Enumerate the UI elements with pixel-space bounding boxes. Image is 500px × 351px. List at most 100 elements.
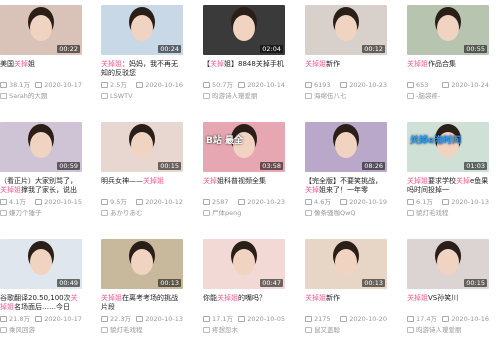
video-meta: 2587 2020-10-23 [203, 198, 285, 206]
video-title[interactable]: 明兵女神——关掉姐 [101, 177, 183, 195]
title-text: 姐 [28, 60, 35, 68]
play-count-icon [407, 199, 414, 205]
video-card[interactable]: 00:47 你能关掉姐的嘴吗？ 17.1万 2020-10-05 疼想忽木 [203, 239, 285, 334]
video-card[interactable]: 00:22 美国关掉姐 38.1万 2020-10-17 Sarah的大题 [0, 5, 82, 100]
title-text: 谷歌翻译20.50,100次 [0, 294, 71, 302]
thumbnail-face [131, 249, 153, 275]
video-card[interactable]: 00:13 关掉姐在离考考场的挑战片段 22.3万 2020-10-13 貌灯毛戏程 [101, 239, 183, 334]
video-thumbnail[interactable]: 00:49 [0, 239, 82, 289]
uploader-name[interactable]: 像条骚咖QwQ [305, 209, 387, 217]
upload-date: 2020-10-12 [136, 198, 183, 206]
video-title[interactable]: 关掉姐VS孙笑川 [407, 294, 489, 312]
video-thumbnail[interactable]: B站 最全 03:58 [203, 122, 285, 172]
video-card[interactable]: 00:13 关掉姐新作 2175 2020-10-20 鼠又盖聪 [305, 239, 387, 334]
video-title[interactable]: （看正片）大家别骂了，关掉姐撑我了家长，说出 [0, 177, 82, 195]
uploader-name[interactable]: 昀游诗人瓔爱丽 [203, 92, 285, 100]
video-thumbnail[interactable]: 00:24 [101, 5, 183, 55]
video-card[interactable]: 08:26 【完全版】不要笑挑战，关掉姐来了！一年零0001% 4.6万 2020-1… [305, 122, 387, 217]
video-card[interactable]: 00:24 关掉姐：妈妈，我不再无知的反驳您 2.5万 2020-10-16 LSWTV [101, 5, 183, 100]
title-text: 【 [203, 60, 210, 68]
upload-date: 2020-10-17 [35, 81, 82, 89]
video-meta: 22.3万 2020-10-13 [101, 315, 183, 323]
video-card[interactable]: B站 最全 03:58 关掉姐科普视频全集 2587 2020-10-23 尸体peng [203, 122, 285, 217]
clock-icon [238, 316, 246, 322]
video-meta: 38.1万 2020-10-17 [0, 81, 82, 89]
video-duration: 00:13 [362, 279, 385, 287]
play-count-icon [203, 199, 210, 205]
video-card[interactable]: 00:15 关掉姐VS孙笑川 17.4万 2020-10-16 昀游诗人瓔爱丽 [407, 239, 489, 334]
uploader-name[interactable]: -脑袋疼- [407, 92, 489, 100]
play-count-icon [101, 199, 108, 205]
thumbnail-face [30, 249, 52, 275]
video-thumbnail[interactable]: 00:13 [305, 239, 387, 289]
uploader-name[interactable]: LSWTV [101, 92, 183, 100]
play-count-icon [203, 82, 210, 88]
uploader-name[interactable]: Sarah的大题 [0, 92, 82, 100]
video-title[interactable]: 关掉姐在离考考场的挑战片段 [101, 294, 183, 312]
video-thumbnail[interactable]: 00:15 [101, 122, 183, 172]
video-thumbnail[interactable]: 08:26 [305, 122, 387, 172]
uploader-name[interactable]: 昀游诗人瓔爱丽 [407, 326, 489, 334]
video-thumbnail[interactable]: 00:15 [407, 239, 489, 289]
video-card[interactable]: 00:59 （看正片）大家别骂了，关掉姐撑我了家长，说出 4.1万 2020-10-1… [0, 122, 82, 217]
uploader-name[interactable]: 疼想忽木 [203, 326, 285, 334]
clock-icon [340, 316, 348, 322]
video-thumbnail[interactable]: 00:22 [0, 5, 82, 55]
video-card[interactable]: 00:12 关掉姐新作 6193 2020-10-23 海绵伍八七 [305, 5, 387, 100]
keyword-highlight: 关掉 [203, 177, 217, 185]
video-card[interactable]: 00:55 关掉姐作品合集 653 2020-10-24 -脑袋疼- [407, 5, 489, 100]
video-title[interactable]: 关掉姐新作 [305, 294, 387, 312]
video-thumbnail[interactable]: 00:59 [0, 122, 82, 172]
keyword-highlight: 关掉姐 [407, 294, 428, 302]
video-thumbnail[interactable]: 00:13 [101, 239, 183, 289]
uploader-name[interactable]: 海绵伍八七 [305, 92, 387, 100]
view-count: 2.5万 [101, 81, 127, 89]
uploader-name[interactable]: あかりあむ [101, 209, 183, 217]
video-thumbnail[interactable]: 02:04 [203, 5, 285, 55]
clock-icon [238, 82, 246, 88]
video-title[interactable]: 你能关掉姐的嘴吗？ [203, 294, 285, 312]
video-card[interactable]: 00:49 谷歌翻译20.50,100次关掉姐名场面后……今日 21.8万 2020-… [0, 239, 82, 334]
video-title[interactable]: 关掉姐要求学校关掉e鱼果吗时间投掉一 [407, 177, 489, 195]
thumbnail-face [335, 249, 357, 275]
video-title[interactable]: 关掉姐作品合集 [407, 60, 489, 78]
video-duration: 00:47 [260, 279, 283, 287]
uploader-name[interactable]: 貌灯毛戏程 [101, 326, 183, 334]
video-card[interactable]: 02:04 【关掉姐】8848关掉手机 50.7万 2020-10-14 昀游诗人瓔爱丽 [203, 5, 285, 100]
upload-date: 2020-10-23 [238, 198, 285, 206]
uploader-name[interactable]: 嫌刀个锤子 [0, 209, 82, 217]
video-thumbnail[interactable]: 00:47 [203, 239, 285, 289]
video-meta: 4.1万 2020-10-15 [0, 198, 82, 206]
video-duration: 00:55 [464, 45, 487, 53]
video-title[interactable]: 关掉姐新作 [305, 60, 387, 78]
video-title[interactable]: 美国关掉姐 [0, 60, 82, 78]
uploader-name[interactable]: 乘风回游 [0, 326, 82, 334]
video-meta: 653 2020-10-24 [407, 81, 489, 89]
video-meta: 9.5万 2020-10-12 [101, 198, 183, 206]
title-text: 名场面后……今日 [14, 303, 70, 311]
play-count-icon [305, 199, 312, 205]
video-title[interactable]: 关掉姐：妈妈，我不再无知的反驳您 [101, 60, 183, 78]
keyword-highlight: 关掉姐 [143, 177, 164, 185]
view-count: 38.1万 [0, 81, 30, 89]
video-title[interactable]: 【关掉姐】8848关掉手机 [203, 60, 285, 78]
uploader-name[interactable]: 貌灯毛戏程 [407, 209, 489, 217]
video-thumbnail[interactable]: 00:12 [305, 5, 387, 55]
up-icon [407, 327, 414, 333]
upload-date: 2020-10-14 [238, 81, 285, 89]
video-card[interactable]: 关掉e泡时间 01:03 关掉姐要求学校关掉e鱼果吗时间投掉一 6.1万 2020-10… [407, 122, 489, 217]
video-card[interactable]: 00:15 明兵女神——关掉姐 9.5万 2020-10-12 あかりあむ [101, 122, 183, 217]
video-meta: 2.5万 2020-10-16 [101, 81, 183, 89]
video-thumbnail[interactable]: 00:55 [407, 5, 489, 55]
video-title[interactable]: 【完全版】不要笑挑战，关掉姐来了！一年零0001% [305, 177, 387, 195]
video-thumbnail[interactable]: 关掉e泡时间 01:03 [407, 122, 489, 172]
video-title[interactable]: 谷歌翻译20.50,100次关掉姐名场面后……今日 [0, 294, 82, 312]
view-count: 21.8万 [0, 315, 30, 323]
video-title[interactable]: 关掉姐科普视频全集 [203, 177, 285, 195]
up-icon [305, 210, 312, 216]
uploader-name[interactable]: 尸体peng [203, 209, 285, 217]
title-text: 明兵女神—— [101, 177, 143, 185]
uploader-name[interactable]: 鼠又盖聪 [305, 326, 387, 334]
clock-icon [35, 316, 43, 322]
title-text: 新作 [326, 60, 340, 68]
